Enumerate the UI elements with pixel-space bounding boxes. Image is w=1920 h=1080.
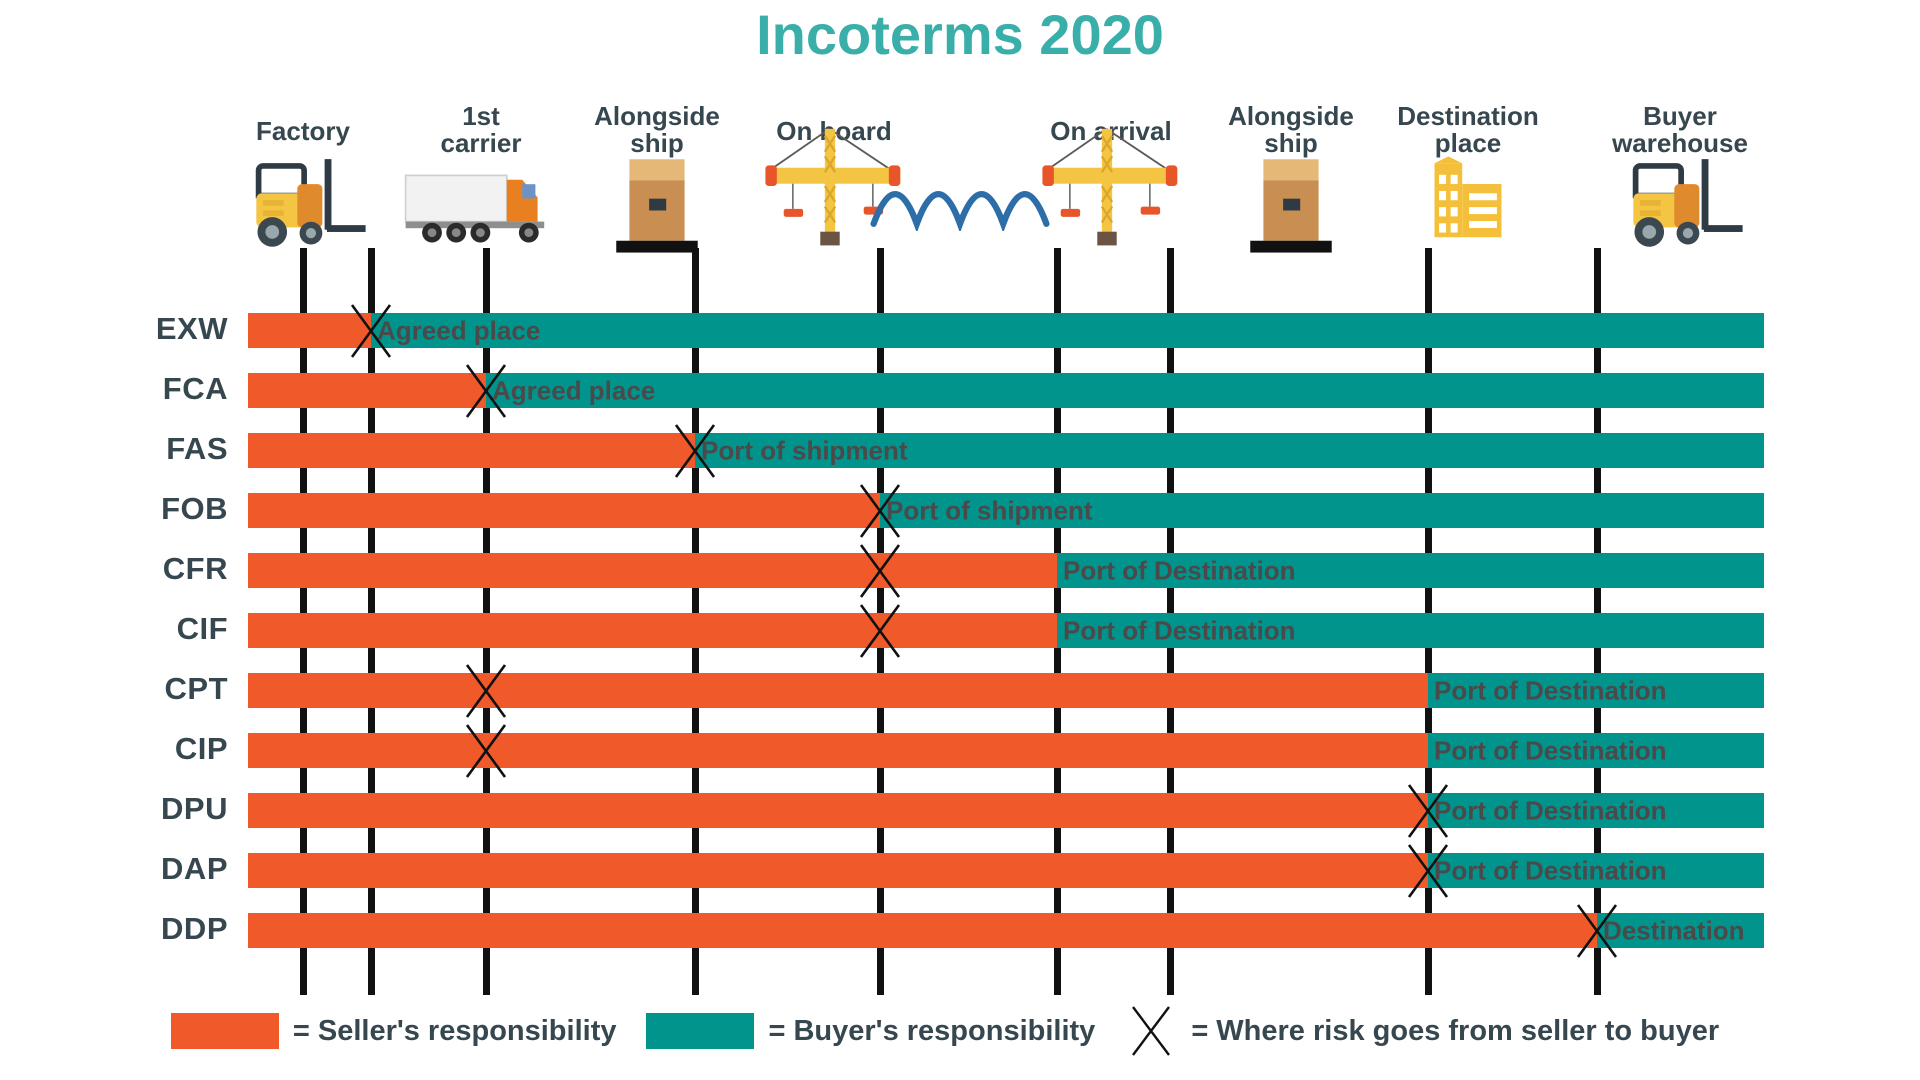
buyer-segment-label: Port of Destination	[1434, 795, 1667, 825]
seller-segment	[248, 373, 486, 408]
incoterm-bar-dap: Port of Destination	[248, 853, 1764, 888]
forklift-icon	[1606, 150, 1754, 247]
buyer-segment: Port of Destination	[1428, 733, 1764, 768]
incoterm-bar-cip: Port of Destination	[248, 733, 1764, 768]
crate-icon	[1245, 154, 1337, 253]
buyer-segment-label: Port of Destination	[1434, 675, 1667, 705]
seller-segment	[248, 433, 695, 468]
row-label-ddp: DDP	[161, 910, 228, 946]
buyer-segment: Port of Destination	[1428, 673, 1764, 708]
row-label-cip: CIP	[174, 730, 228, 766]
legend-seller-swatch	[170, 1013, 279, 1049]
incoterm-bar-exw: Agreed place	[248, 313, 1764, 348]
row-label-fca: FCA	[162, 370, 228, 406]
incoterms-diagram: Incoterms 2020 Factory 1st carrier Alongsi…	[0, 0, 1920, 1080]
incoterm-bar-fas: Port of shipment	[248, 433, 1764, 468]
truck-icon	[399, 160, 564, 246]
buyer-segment-label: Port of Destination	[1063, 615, 1296, 645]
seller-segment	[248, 313, 371, 348]
incoterm-bar-dpu: Port of Destination	[248, 793, 1764, 828]
legend-buyer-label: = Buyer's responsibility	[768, 1014, 1096, 1047]
seller-segment	[248, 613, 1057, 648]
buyer-segment: Port of Destination	[1057, 553, 1764, 588]
row-label-cpt: CPT	[164, 670, 228, 706]
buyer-segment: Port of Destination	[1428, 853, 1764, 888]
seller-segment	[248, 493, 880, 528]
seller-segment	[248, 553, 1057, 588]
seller-segment	[248, 673, 1428, 708]
incoterm-bar-ddp: Destination	[248, 913, 1764, 948]
seller-segment	[248, 853, 1428, 888]
column-header-buyer-warehouse: Buyer warehouse	[1612, 101, 1748, 158]
row-label-cif: CIF	[176, 610, 228, 646]
crane-icon	[1031, 122, 1191, 246]
row-label-dap: DAP	[161, 850, 228, 886]
page-title: Incoterms 2020	[756, 3, 1164, 66]
buyer-segment: Agreed place	[371, 313, 1764, 348]
buyer-segment: Port of Destination	[1057, 613, 1764, 648]
buyer-segment: Agreed place	[486, 373, 1764, 408]
row-label-fas: FAS	[166, 430, 228, 466]
buyer-segment: Port of Destination	[1428, 793, 1764, 828]
buyer-segment: Port of shipment	[880, 493, 1764, 528]
seller-segment	[248, 733, 1428, 768]
crate-icon	[611, 154, 703, 253]
seller-segment	[248, 913, 1597, 948]
buyer-segment: Port of shipment	[695, 433, 1764, 468]
buyer-segment-label: Port of Destination	[1434, 855, 1667, 885]
incoterm-bar-cpt: Port of Destination	[248, 673, 1764, 708]
legend: = Seller's responsibility = Buyer's resp…	[0, 1005, 1920, 1057]
buyer-segment-label: Port of Destination	[1434, 735, 1667, 765]
legend-risk-label: = Where risk goes from seller to buyer	[1191, 1014, 1720, 1047]
buyer-segment-label: Port of shipment	[701, 435, 908, 465]
seller-segment	[248, 793, 1428, 828]
forklift-icon	[229, 150, 377, 247]
legend-seller-label: = Seller's responsibility	[292, 1014, 617, 1047]
row-label-dpu: DPU	[161, 790, 228, 826]
buyer-segment: Destination	[1597, 913, 1764, 948]
incoterm-bar-fca: Agreed place	[248, 373, 1764, 408]
incoterm-bar-cfr: Port of Destination	[248, 553, 1764, 588]
incoterm-bar-cif: Port of Destination	[248, 613, 1764, 648]
buyer-segment-label: Agreed place	[377, 315, 541, 345]
legend-buyer-swatch	[646, 1013, 755, 1049]
buyer-segment-label: Port of Destination	[1063, 555, 1296, 585]
buyer-segment-label: Agreed place	[492, 375, 656, 405]
row-label-exw: EXW	[155, 310, 228, 346]
incoterm-bar-fob: Port of shipment	[248, 493, 1764, 528]
row-label-fob: FOB	[161, 490, 228, 526]
buyer-segment-label: Destination	[1603, 915, 1745, 945]
row-label-cfr: CFR	[162, 550, 228, 586]
legend-risk-x-icon	[1125, 1005, 1177, 1057]
sea-icon	[870, 186, 1050, 234]
building-icon	[1416, 154, 1520, 246]
buyer-segment-label: Port of shipment	[886, 495, 1093, 525]
